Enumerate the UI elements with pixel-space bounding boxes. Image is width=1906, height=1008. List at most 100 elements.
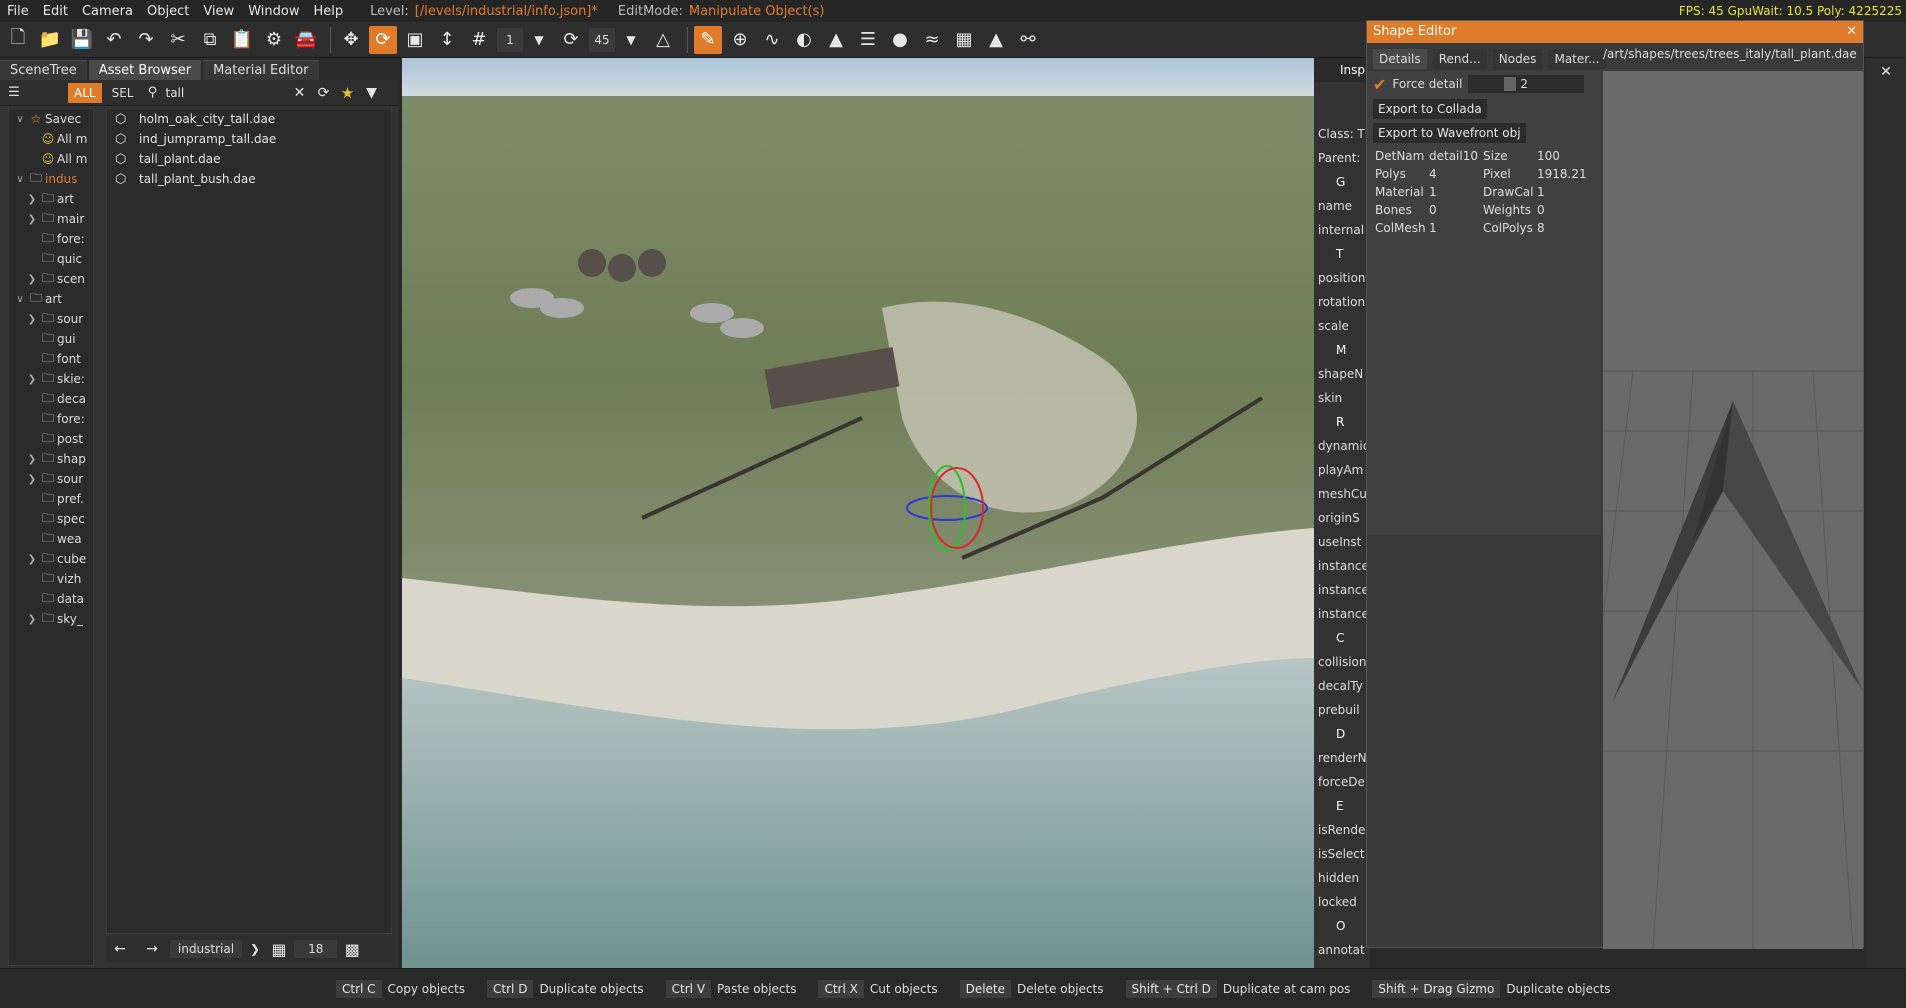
chevron-right-icon[interactable]: ❯ (25, 274, 39, 285)
tab-nodes[interactable]: Nodes (1492, 49, 1543, 69)
sidebar-item[interactable]: ❯ 🗀 sour (9, 309, 93, 329)
bicycle-icon[interactable]: ⚯ (1014, 26, 1042, 54)
sidebar-item[interactable]: ❯ 🗀 scen (9, 269, 93, 289)
sidebar-item[interactable]: ❯ 🗀 art (9, 189, 93, 209)
menu-window[interactable]: Window (241, 4, 306, 19)
close-icon[interactable]: ✕ (1872, 58, 1900, 86)
open-folder-icon[interactable]: 📁 (36, 26, 64, 54)
chevron-right-icon[interactable]: ❯ (25, 374, 39, 385)
pencil-icon[interactable]: ✎ (694, 25, 722, 54)
filter-sel-button[interactable]: SEL (106, 83, 140, 103)
sidebar-item[interactable]: 🗀 pref. (9, 489, 93, 509)
add-object-icon[interactable]: ⊕ (726, 26, 754, 54)
snap-value[interactable]: 1 (497, 27, 523, 52)
inspector-section-header[interactable]: T (1314, 242, 1370, 266)
chevron-down-icon[interactable]: ∨ (13, 114, 27, 125)
road-icon[interactable]: ∿ (758, 26, 786, 54)
tab-material-editor[interactable]: Material Editor (203, 60, 319, 80)
sidebar-item[interactable]: 🗀 fore: (9, 409, 93, 429)
shape-preview[interactable] (1603, 71, 1863, 949)
export-collada-button[interactable]: Export to Collada (1373, 99, 1487, 119)
3d-viewport[interactable] (402, 58, 1314, 968)
sidebar-item[interactable]: ❯ 🗀 cube (9, 549, 93, 569)
sidebar-item[interactable]: ☺ All m (9, 129, 93, 149)
tab-scenetree[interactable]: SceneTree (0, 60, 87, 80)
copy-icon[interactable]: ⧉ (196, 26, 224, 54)
sidebar-item[interactable]: 🗀 deca (9, 389, 93, 409)
sidebar-item[interactable]: ∨ ☆ Savec (9, 109, 93, 129)
chevron-down-icon[interactable]: ▼ (525, 26, 553, 54)
chevron-right-icon[interactable]: ❯ (246, 935, 264, 963)
list-item[interactable]: ⬡ holm_oak_city_tall.dae (107, 109, 391, 129)
mesh-road-icon[interactable]: ▦ (950, 26, 978, 54)
list-item[interactable]: ⬡ tall_plant_bush.dae (107, 169, 391, 189)
inspector-section-header[interactable]: M (1314, 338, 1370, 362)
back-arrow-icon[interactable]: ← (106, 935, 134, 963)
cut-icon[interactable]: ✂ (164, 26, 192, 54)
new-file-icon[interactable]: 🗋 (4, 26, 32, 54)
angle-value[interactable]: 45 (589, 27, 615, 52)
sidebar-item[interactable]: 🗀 font (9, 349, 93, 369)
menu-edit[interactable]: Edit (36, 4, 75, 19)
sidebar-item[interactable]: 🗀 post (9, 429, 93, 449)
chevron-down-icon[interactable]: ▼ (617, 26, 645, 54)
inspector-section-header[interactable]: G (1314, 170, 1370, 194)
export-obj-button[interactable]: Export to Wavefront obj (1373, 123, 1526, 143)
sidebar-item[interactable]: ❯ 🗀 sky_ (9, 609, 93, 629)
redo-icon[interactable]: ↷ (132, 26, 160, 54)
terrain-paint-icon[interactable]: ◐ (790, 26, 818, 54)
clear-search-icon[interactable]: ✕ (289, 83, 309, 103)
chevron-right-icon[interactable]: ❯ (25, 454, 39, 465)
sidebar-item[interactable]: ∨ 🗀 art (9, 289, 93, 309)
sidebar-item[interactable]: 🗀 spec (9, 509, 93, 529)
tab-details[interactable]: Details (1373, 49, 1427, 69)
inspector-section-header[interactable]: E (1314, 794, 1370, 818)
chevron-right-icon[interactable]: ❯ (25, 554, 39, 565)
vehicle-icon[interactable]: 🚘 (292, 26, 320, 54)
tree-view-icon[interactable]: ☰ (4, 83, 24, 103)
snap-axis-icon[interactable]: ↕ (433, 26, 461, 54)
rotation-snap-icon[interactable]: ⟳ (557, 26, 585, 54)
inspector-section-header[interactable]: O (1314, 914, 1370, 938)
chevron-right-icon[interactable]: ❯ (25, 474, 39, 485)
favorite-star-icon[interactable]: ★ (337, 83, 357, 103)
chevron-right-icon[interactable]: ❯ (25, 194, 39, 205)
menu-file[interactable]: File (0, 4, 36, 19)
rotate-gizmo-icon[interactable]: ⟳ (369, 25, 397, 54)
shape-editor-titlebar[interactable]: Shape Editor ✕ (1367, 21, 1863, 43)
sidebar-item[interactable]: 🗀 fore: (9, 229, 93, 249)
sidebar-item[interactable]: ❯ 🗀 shap (9, 449, 93, 469)
sidebar-item[interactable]: 🗀 data (9, 589, 93, 609)
force-detail-checkbox[interactable]: ✔ (1373, 75, 1386, 94)
sidebar-item[interactable]: ∨ 🗀 indus (9, 169, 93, 189)
scale-gizmo-icon[interactable]: ▣ (401, 26, 429, 54)
forest-icon[interactable]: ▲ (822, 26, 850, 54)
settings-icon[interactable]: ⚙ (260, 26, 288, 54)
sidebar-item[interactable]: 🗀 quic (9, 249, 93, 269)
force-detail-slider[interactable]: 2 (1468, 75, 1585, 93)
menu-camera[interactable]: Camera (75, 4, 140, 19)
list-item[interactable]: ⬡ tall_plant.dae (107, 149, 391, 169)
grid-snap-icon[interactable]: # (465, 26, 493, 54)
tab-asset-browser[interactable]: Asset Browser (88, 60, 202, 80)
slider-handle[interactable] (1504, 77, 1517, 91)
close-icon[interactable]: ✕ (1846, 21, 1863, 43)
history-icon[interactable]: ⟳ (313, 83, 333, 103)
save-icon[interactable]: 💾 (68, 26, 96, 54)
layers-icon[interactable]: ☰ (854, 26, 882, 54)
sidebar-item[interactable]: ❯ 🗀 mair (9, 209, 93, 229)
sidebar-item[interactable]: 🗀 gui (9, 329, 93, 349)
item-size-field[interactable]: 18 (294, 940, 338, 958)
navmesh-icon[interactable]: ▲ (982, 26, 1010, 54)
menu-help[interactable]: Help (306, 4, 350, 19)
menu-view[interactable]: View (196, 4, 241, 19)
sidebar-item[interactable]: ❯ 🗀 skie: (9, 369, 93, 389)
terrain-snap-icon[interactable]: △ (649, 26, 677, 54)
sidebar-item[interactable]: ☺ All m (9, 149, 93, 169)
forward-arrow-icon[interactable]: → (138, 935, 166, 963)
grid-view-icon[interactable]: ▦ (268, 935, 290, 963)
chevron-right-icon[interactable]: ❯ (25, 614, 39, 625)
sidebar-item[interactable]: 🗀 vizh (9, 569, 93, 589)
inspector-section-header[interactable]: R (1314, 410, 1370, 434)
sidebar-item[interactable]: 🗀 wea (9, 529, 93, 549)
